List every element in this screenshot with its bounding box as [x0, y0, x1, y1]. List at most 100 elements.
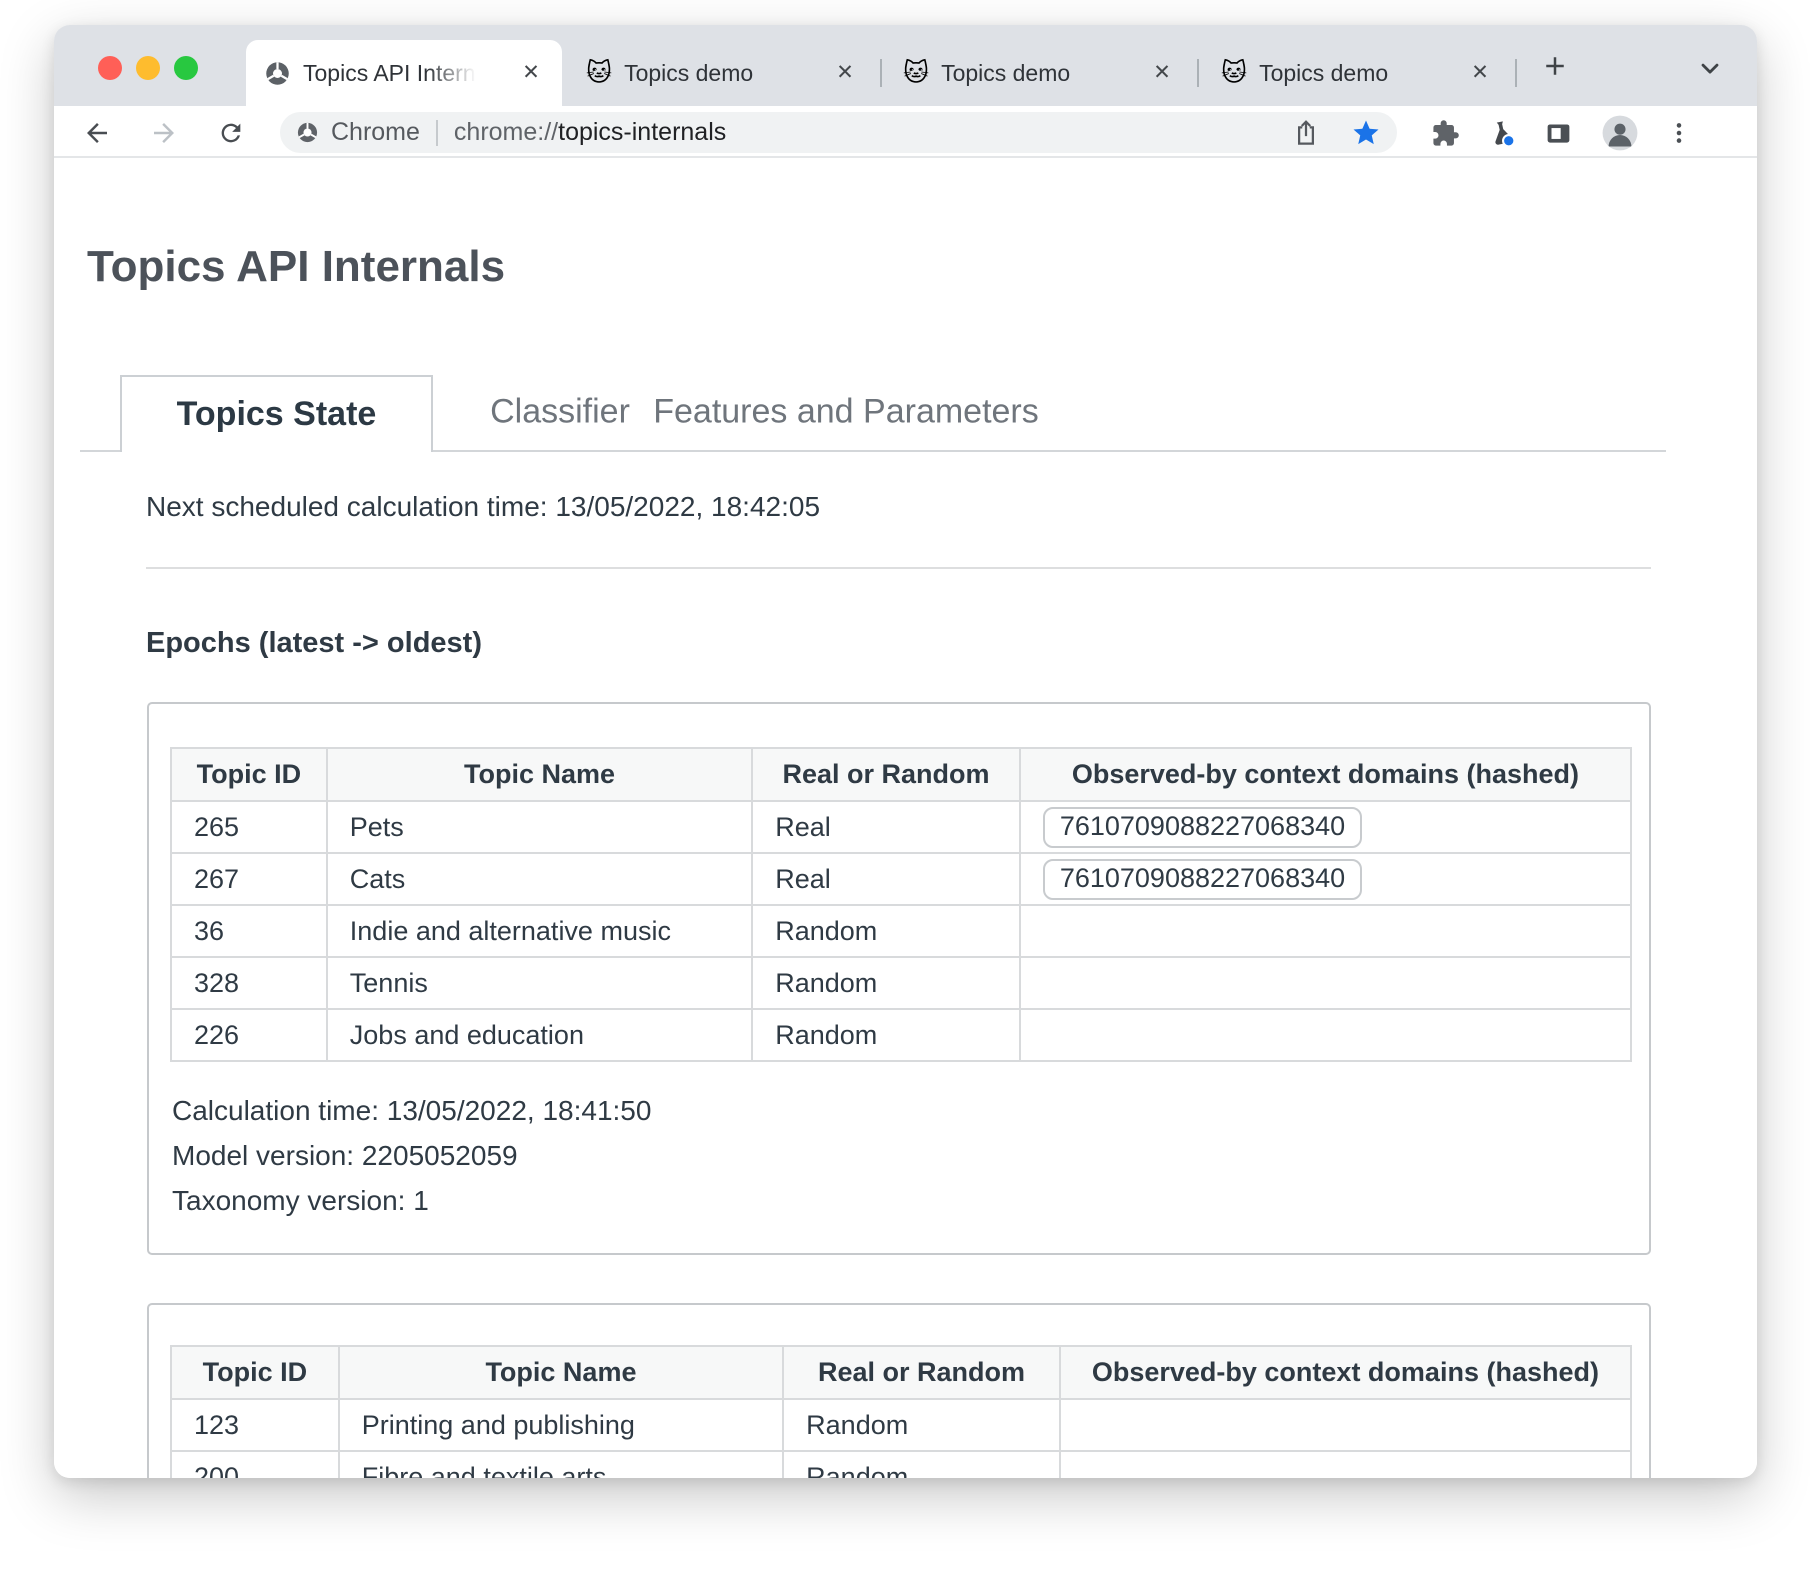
omnibox-separator — [436, 120, 438, 146]
table-header-row: Topic IDTopic NameReal or RandomObserved… — [171, 748, 1631, 801]
topic-name-cell: Fibre and textile arts — [339, 1451, 783, 1478]
epoch-container-latest: Topic IDTopic NameReal or RandomObserved… — [147, 702, 1651, 1255]
epoch-meta-line: Taxonomy version: 1 — [172, 1178, 1649, 1223]
epoch-meta-line: Model version: 2205052059 — [172, 1133, 1649, 1178]
epoch-meta: Calculation time: 13/05/2022, 18:41:50Mo… — [172, 1088, 1649, 1223]
topic-name-cell: Jobs and education — [327, 1009, 752, 1061]
browser-window: Topics API Intern ✕ 🐱 Topics demo ✕ 🐱 To… — [54, 25, 1757, 1478]
column-header: Topic ID — [171, 1346, 339, 1399]
url-scheme: chrome:// — [454, 118, 558, 146]
chrome-logo-icon — [296, 121, 319, 144]
topic-name-cell: Tennis — [327, 957, 752, 1009]
page-content: Topics API Internals Topics State Classi… — [54, 158, 1757, 1478]
section-divider — [146, 567, 1651, 569]
topic-row: 265PetsReal 7610709088227068340 — [171, 801, 1631, 853]
reload-button[interactable] — [211, 113, 251, 153]
address-bar[interactable]: Chrome chrome://topics-internals — [280, 112, 1397, 153]
topic-name-cell: Pets — [327, 801, 752, 853]
browser-menu-kebab-icon[interactable] — [1659, 113, 1699, 153]
real-or-random-cell: Random — [783, 1451, 1060, 1478]
tab-topics-demo-3[interactable]: 🐱 Topics demo ✕ — [1201, 40, 1511, 106]
table-header-row: Topic IDTopic NameReal or RandomObserved… — [171, 1346, 1631, 1399]
tab-topics-demo-2[interactable]: 🐱 Topics demo ✕ — [883, 40, 1193, 106]
tab-separator — [1197, 59, 1199, 87]
topic-id-cell: 328 — [171, 957, 327, 1009]
url-text: chrome://topics-internals — [454, 118, 726, 147]
cat-favicon-icon: 🐱 — [586, 61, 612, 86]
cat-favicon-icon: 🐱 — [1221, 61, 1247, 86]
tab-separator — [880, 59, 882, 87]
close-tab-icon[interactable]: ✕ — [1465, 58, 1495, 88]
site-label: Chrome — [331, 118, 420, 147]
topic-row: 226Jobs and educationRandom — [171, 1009, 1631, 1061]
real-or-random-cell: Random — [752, 957, 1020, 1009]
url-host: topics-internals — [558, 118, 726, 146]
real-or-random-cell: Random — [752, 1009, 1020, 1061]
desktop-background: Topics API Intern ✕ 🐱 Topics demo ✕ 🐱 To… — [0, 0, 1810, 1576]
topic-row: 267CatsReal 7610709088227068340 — [171, 853, 1631, 905]
topic-name-cell: Printing and publishing — [339, 1399, 783, 1451]
column-header: Topic ID — [171, 748, 327, 801]
browser-toolbar: Chrome chrome://topics-internals — [54, 106, 1757, 158]
share-icon[interactable] — [1291, 118, 1321, 148]
observed-by-cell — [1020, 905, 1631, 957]
observed-domain-hash: 7610709088227068340 — [1043, 807, 1362, 848]
topic-name-cell: Indie and alternative music — [327, 905, 752, 957]
close-tab-icon[interactable]: ✕ — [516, 58, 546, 88]
observed-domain-hash: 7610709088227068340 — [1043, 859, 1362, 900]
close-window-button[interactable] — [98, 56, 122, 80]
bookmark-star-icon[interactable] — [1351, 118, 1381, 148]
chrome-labs-beaker-icon[interactable] — [1481, 113, 1521, 153]
side-panel-icon[interactable] — [1538, 113, 1578, 153]
minimize-window-button[interactable] — [136, 56, 160, 80]
observed-by-cell — [1020, 1009, 1631, 1061]
extensions-puzzle-icon[interactable] — [1425, 113, 1465, 153]
tab-topics-state[interactable]: Topics State — [120, 375, 433, 452]
epochs-heading: Epochs (latest -> oldest) — [146, 627, 482, 660]
profile-avatar[interactable] — [1600, 113, 1640, 153]
topic-row: 328TennisRandom — [171, 957, 1631, 1009]
tab-topics-demo-1[interactable]: 🐱 Topics demo ✕ — [566, 40, 876, 106]
chrome-internal-page-icon — [264, 60, 291, 87]
tab-search-chevron-icon[interactable] — [1688, 46, 1732, 90]
column-header: Observed-by context domains (hashed) — [1020, 748, 1631, 801]
topic-id-cell: 200 — [171, 1451, 339, 1478]
observed-by-cell: 7610709088227068340 — [1020, 801, 1631, 853]
topic-id-cell: 267 — [171, 853, 327, 905]
close-tab-icon[interactable]: ✕ — [1147, 58, 1177, 88]
observed-by-cell — [1060, 1451, 1631, 1478]
topic-row: 36Indie and alternative musicRandom — [171, 905, 1631, 957]
real-or-random-cell: Random — [752, 905, 1020, 957]
real-or-random-cell: Real — [752, 801, 1020, 853]
column-header: Real or Random — [783, 1346, 1060, 1399]
column-header: Observed-by context domains (hashed) — [1060, 1346, 1631, 1399]
zoom-window-button[interactable] — [174, 56, 198, 80]
topic-id-cell: 265 — [171, 801, 327, 853]
tab-topics-api-internals[interactable]: Topics API Intern ✕ — [246, 40, 562, 106]
epoch-table: Topic IDTopic NameReal or RandomObserved… — [170, 1345, 1632, 1478]
cat-favicon-icon: 🐱 — [903, 61, 929, 86]
tab-title: Topics demo — [941, 60, 1070, 87]
tab-title: Topics API Intern — [303, 60, 476, 87]
back-button[interactable] — [77, 113, 117, 153]
observed-by-cell: 7610709088227068340 — [1020, 853, 1631, 905]
real-or-random-cell: Real — [752, 853, 1020, 905]
close-tab-icon[interactable]: ✕ — [830, 58, 860, 88]
tab-features-and-parameters[interactable]: Features and Parameters — [653, 393, 1039, 432]
epoch-meta-line: Calculation time: 13/05/2022, 18:41:50 — [172, 1088, 1649, 1133]
tab-title: Topics demo — [1259, 60, 1388, 87]
next-calculation-time: Next scheduled calculation time: 13/05/2… — [146, 491, 820, 523]
page-title: Topics API Internals — [87, 242, 505, 292]
observed-by-cell — [1060, 1399, 1631, 1451]
new-tab-button[interactable] — [1533, 44, 1577, 88]
epoch-container-older: Topic IDTopic NameReal or RandomObserved… — [147, 1303, 1651, 1478]
topic-row: 200Fibre and textile artsRandom — [171, 1451, 1631, 1478]
real-or-random-cell: Random — [783, 1399, 1060, 1451]
topic-id-cell: 36 — [171, 905, 327, 957]
tab-separator — [1515, 59, 1517, 87]
tab-strip: Topics API Intern ✕ 🐱 Topics demo ✕ 🐱 To… — [54, 25, 1757, 106]
topic-name-cell: Cats — [327, 853, 752, 905]
tab-classifier[interactable]: Classifier — [490, 393, 630, 432]
topic-id-cell: 226 — [171, 1009, 327, 1061]
forward-button[interactable] — [144, 113, 184, 153]
